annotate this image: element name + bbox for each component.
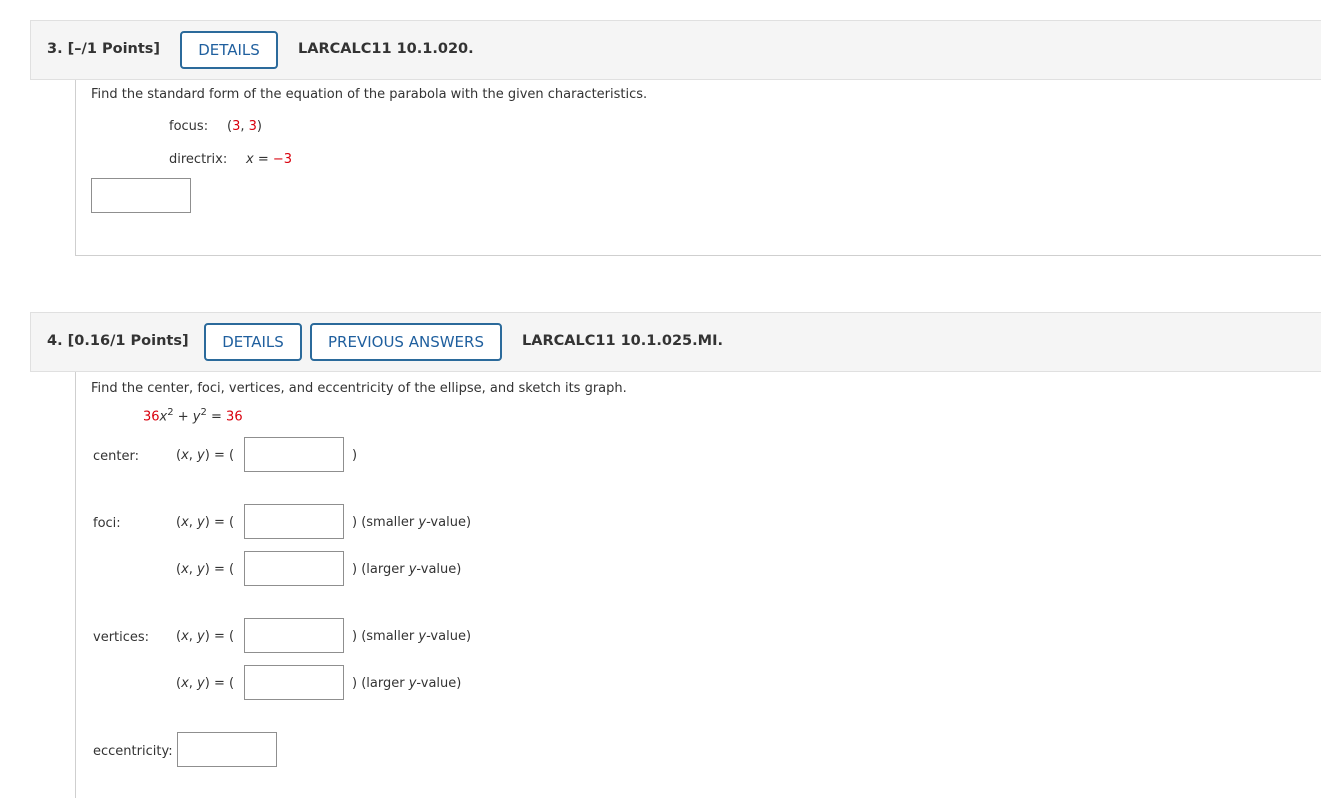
q3-title: 3. [–/1 Points]: [47, 41, 160, 57]
q4-details-button[interactable]: DETAILS: [204, 323, 302, 361]
xy-comma: ,: [188, 676, 198, 691]
foci-smaller-input[interactable]: [244, 504, 344, 539]
y-var: y: [418, 515, 427, 530]
vertices-larger-input[interactable]: [244, 665, 344, 700]
xy-y: y: [197, 676, 205, 691]
value-suffix: -value): [416, 562, 462, 577]
xy-comma: ,: [188, 448, 198, 463]
xy-x: x: [181, 515, 189, 530]
foci-smaller-note: ) (smaller y-value): [352, 515, 471, 530]
xy-x: x: [181, 448, 189, 463]
xy-comma: ,: [188, 629, 198, 644]
xy-close: ) = (: [204, 676, 235, 691]
foci-larger-input[interactable]: [244, 551, 344, 586]
vertices-label: vertices:: [93, 630, 150, 645]
q3-focus-value: (3, 3): [227, 119, 262, 134]
larger-prefix: ) (larger: [352, 562, 409, 577]
xy-y: y: [197, 515, 205, 530]
q3-body: Find the standard form of the equation o…: [75, 80, 1321, 256]
larger-prefix: ) (larger: [352, 676, 409, 691]
q4-prompt: Find the center, foci, vertices, and ecc…: [91, 381, 627, 396]
q3-focus-sep: ,: [240, 119, 249, 134]
xy-y: y: [197, 448, 205, 463]
eq-coef: 36: [143, 409, 160, 425]
q3-focus-close: ): [256, 119, 262, 134]
y-var: y: [418, 629, 427, 644]
vertices-smaller-note: ) (smaller y-value): [352, 629, 471, 644]
q3-focus-label: focus:: [169, 119, 209, 134]
value-suffix: -value): [426, 629, 472, 644]
q4-problem-code: LARCALC11 10.1.025.MI.: [522, 333, 723, 349]
foci-smaller-xy-prefix: (x, y) = (: [176, 515, 234, 530]
value-suffix: -value): [426, 515, 472, 530]
xy-comma: ,: [188, 515, 198, 530]
vertices-smaller-input[interactable]: [244, 618, 344, 653]
eq-y: y: [192, 409, 201, 425]
q3-directrix-var: x: [246, 152, 254, 167]
smaller-prefix: ) (smaller: [352, 629, 419, 644]
xy-comma: ,: [188, 562, 198, 577]
value-suffix: -value): [416, 676, 462, 691]
eccentricity-label: eccentricity:: [93, 744, 173, 759]
center-input[interactable]: [244, 437, 344, 472]
foci-label: foci:: [93, 516, 121, 531]
center-xy-prefix: (x, y) = (: [176, 448, 234, 463]
center-label: center:: [93, 449, 139, 464]
q3-directrix-value: x = −3: [246, 152, 292, 167]
q3-details-button[interactable]: DETAILS: [180, 31, 278, 69]
eccentricity-input[interactable]: [177, 732, 277, 767]
foci-larger-note: ) (larger y-value): [352, 562, 461, 577]
eq-plus: +: [173, 409, 193, 425]
q3-header: 3. [–/1 Points] DETAILS LARCALC11 10.1.0…: [30, 20, 1321, 80]
q4-number: 4.: [47, 333, 63, 349]
xy-x: x: [181, 629, 189, 644]
q3-problem-code: LARCALC11 10.1.020.: [298, 41, 474, 57]
q3-prompt: Find the standard form of the equation o…: [91, 87, 648, 102]
q3-number: 3.: [47, 41, 63, 57]
vertices-smaller-xy-prefix: (x, y) = (: [176, 629, 234, 644]
q3-directrix-eq: =: [253, 152, 273, 167]
xy-close: ) = (: [204, 629, 235, 644]
q3-points: [–/1 Points]: [67, 41, 161, 57]
xy-close: ) = (: [204, 448, 235, 463]
eq-equals: =: [206, 409, 227, 425]
xy-x: x: [181, 676, 189, 691]
q4-points: [0.16/1 Points]: [67, 333, 189, 349]
q4-body: Find the center, foci, vertices, and ecc…: [75, 372, 1321, 798]
smaller-prefix: ) (smaller: [352, 515, 419, 530]
q3-directrix-number: −3: [272, 152, 293, 167]
xy-x: x: [181, 562, 189, 577]
xy-y: y: [197, 629, 205, 644]
vertices-larger-note: ) (larger y-value): [352, 676, 461, 691]
q4-equation: 36x2 + y2 = 36: [143, 407, 243, 424]
q3-directrix-label: directrix:: [169, 152, 228, 167]
q3-focus-y: 3: [248, 119, 257, 134]
xy-close: ) = (: [204, 515, 235, 530]
vertices-larger-xy-prefix: (x, y) = (: [176, 676, 234, 691]
q3-answer-input[interactable]: [91, 178, 191, 213]
foci-larger-xy-prefix: (x, y) = (: [176, 562, 234, 577]
xy-y: y: [197, 562, 205, 577]
q4-previous-answers-button[interactable]: PREVIOUS ANSWERS: [310, 323, 502, 361]
eq-rhs: 36: [226, 409, 243, 425]
q4-header: 4. [0.16/1 Points] DETAILS PREVIOUS ANSW…: [30, 312, 1321, 372]
q4-title: 4. [0.16/1 Points]: [47, 333, 189, 349]
center-close-paren: ): [352, 448, 358, 463]
xy-close: ) = (: [204, 562, 235, 577]
